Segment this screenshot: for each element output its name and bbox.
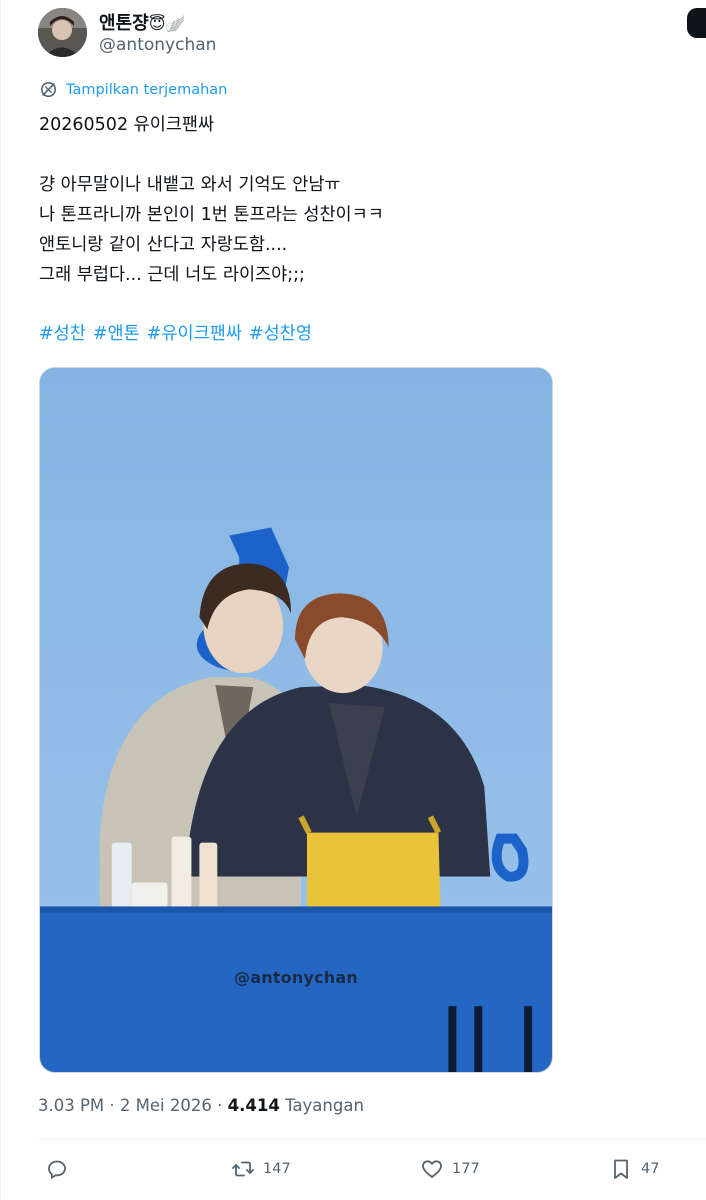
tweet-date[interactable]: 2 Mei 2026	[120, 1096, 212, 1115]
hashtag-link[interactable]: #앤톤	[93, 320, 140, 345]
more-options-button[interactable]	[687, 8, 706, 38]
tweet-time[interactable]: 3.03 PM	[38, 1096, 104, 1115]
hashtag-link[interactable]: #성찬영	[249, 320, 312, 345]
tweet-meta: 3.03 PM · 2 Mei 2026 · 4.414 Tayangan	[38, 1096, 364, 1115]
views-count: 4.414	[227, 1096, 280, 1115]
divider	[38, 1139, 706, 1140]
views-label: Tayangan	[285, 1096, 364, 1115]
action-bar: 147 177 47	[1, 1150, 706, 1188]
tweet-line: 20260502 유이크팬싸	[39, 115, 215, 135]
tweet-photo[interactable]: @antonychan	[39, 367, 553, 1073]
tweet-line: 그래 부럽다... 근데 너도 라이즈야;;;	[39, 265, 305, 285]
photo-illustration	[40, 368, 552, 1072]
user-handle[interactable]: @antonychan	[99, 35, 216, 55]
show-translation-link[interactable]: Tampilkan terjemahan	[39, 80, 227, 99]
tweet-line: 나 톤프라니까 본인이 1번 톤프라는 성찬이ㅋㅋ	[39, 205, 384, 225]
meta-separator: ·	[217, 1096, 223, 1115]
tweet-text: 20260502 유이크팬싸 걍 아무말이나 내뱉고 와서 기억도 안남ㅠ 나 …	[39, 110, 659, 290]
display-name-emoji: 😇🪽	[148, 14, 186, 33]
tweet-line: 걍 아무말이나 내뱉고 와서 기억도 안남ㅠ	[39, 175, 341, 195]
display-name[interactable]: 앤톤쟝😇🪽	[99, 9, 185, 35]
bookmark-icon	[614, 1159, 628, 1179]
reply-icon	[48, 1160, 66, 1179]
bookmark-count: 47	[641, 1161, 660, 1177]
heart-icon	[422, 1160, 442, 1178]
retweet-count: 147	[263, 1161, 291, 1177]
like-count: 177	[452, 1161, 480, 1177]
reply-button[interactable]	[45, 1150, 69, 1188]
photo-watermark: @antonychan	[234, 968, 358, 987]
tweet-detail: 앤톤쟝😇🪽 @antonychan Tampilkan terjemahan 2…	[0, 0, 706, 1200]
tweet-line: 앤토니랑 같이 산다고 자랑도함....	[39, 235, 288, 255]
translate-icon	[40, 81, 57, 98]
avatar[interactable]	[38, 8, 87, 57]
hashtag-link[interactable]: #유이크팬싸	[147, 320, 242, 345]
display-name-text[interactable]: 앤톤쟝	[99, 13, 149, 34]
like-button[interactable]: 177	[420, 1150, 480, 1188]
retweet-button[interactable]: 147	[231, 1150, 291, 1188]
hashtag-link[interactable]: #성찬	[39, 320, 86, 345]
translate-label: Tampilkan terjemahan	[66, 81, 228, 98]
hashtag-list: #성찬 #앤톤 #유이크팬싸 #성찬영	[39, 320, 312, 345]
retweet-icon	[232, 1161, 254, 1177]
meta-separator: ·	[109, 1096, 115, 1115]
bookmark-button[interactable]: 47	[609, 1150, 659, 1188]
